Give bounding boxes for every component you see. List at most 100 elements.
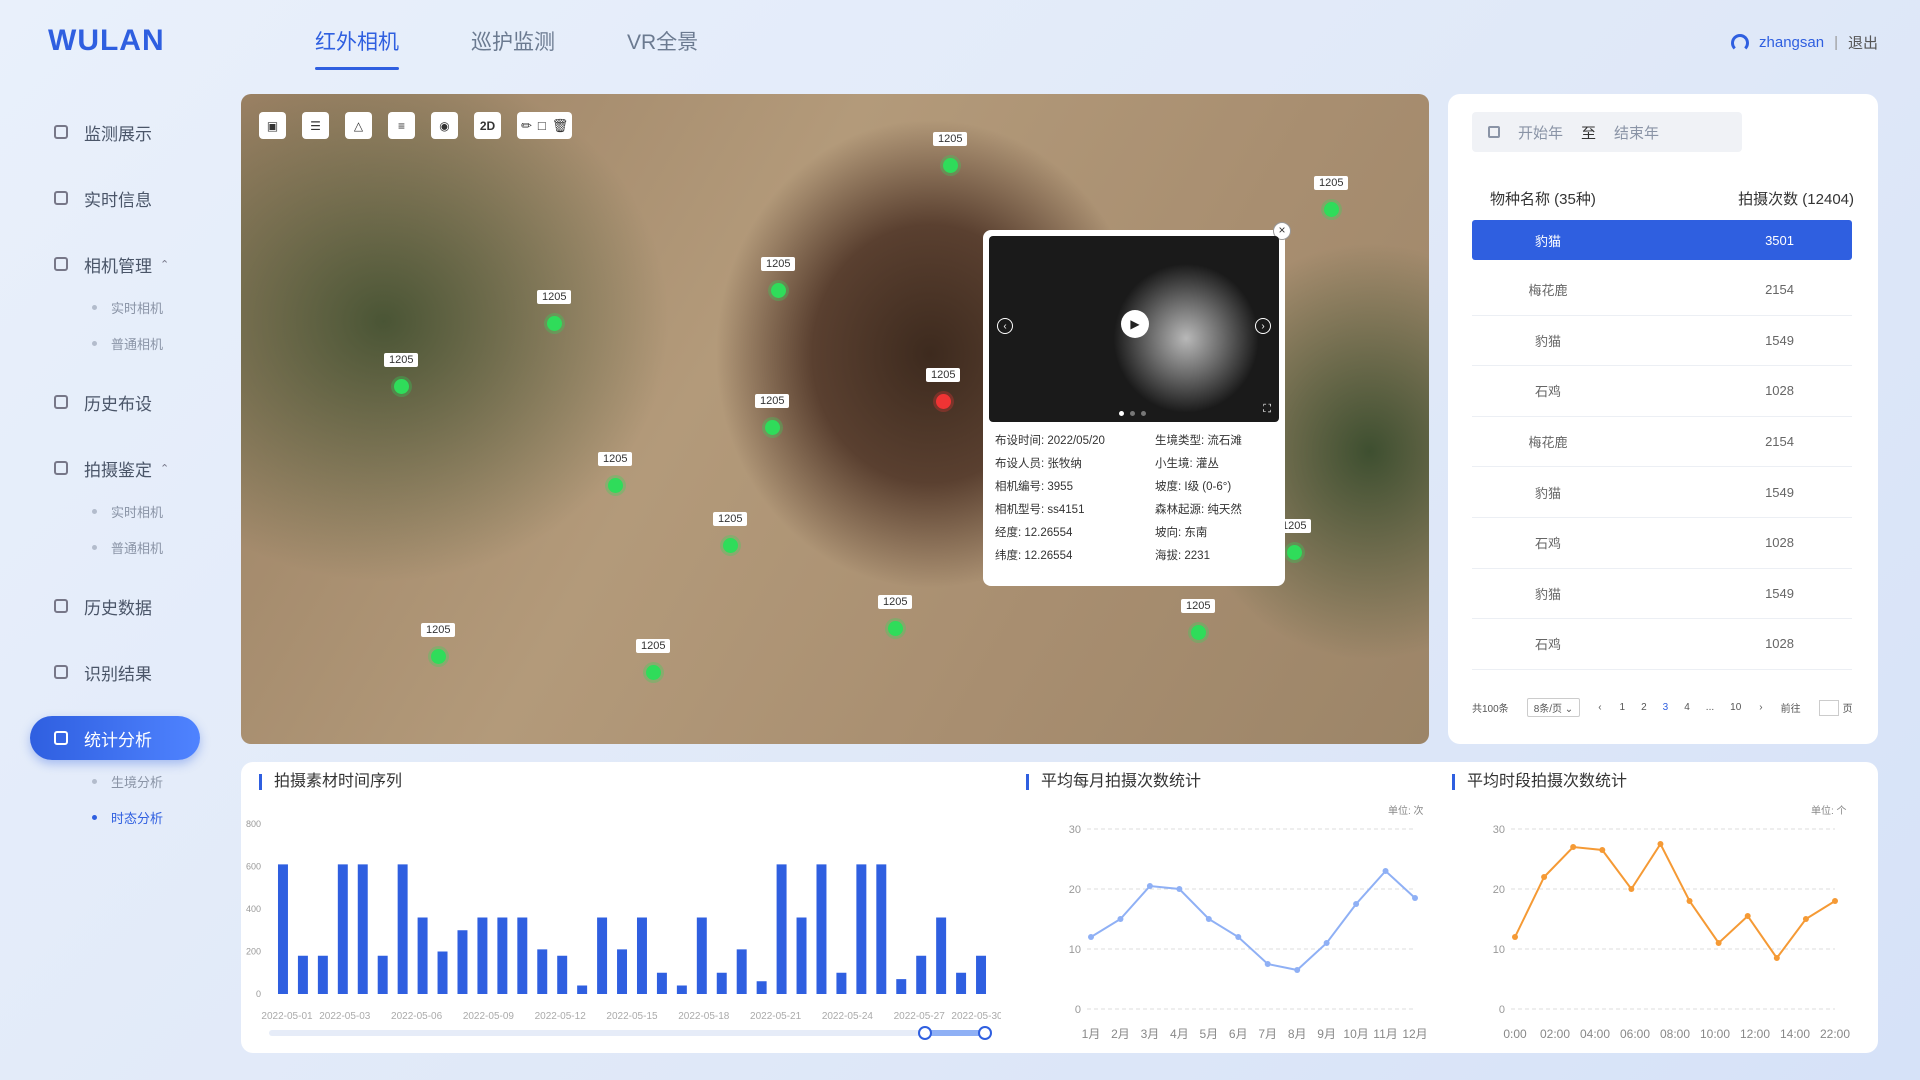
species-name: 豹猫 [1534,233,1561,249]
species-row[interactable]: 梅花鹿 2154 [1472,417,1852,468]
carousel-dot[interactable] [1119,411,1124,416]
sidebar-item-stats[interactable]: 统计分析 [30,716,200,760]
page-number[interactable]: 1 [1620,702,1626,713]
sidebar-item-realtime-info[interactable]: 实时信息 [30,176,200,220]
sidebar-sub-temporal-analysis[interactable]: 时态分析 [30,804,200,830]
search-icon [54,665,68,679]
fullscreen-icon[interactable]: ⛶ [1263,403,1271,416]
camera-marker[interactable]: 1205 [933,132,968,173]
sidebar-item-history-deploy[interactable]: 历史布设 [30,380,200,424]
data-point [1715,940,1722,946]
data-point [1541,874,1548,880]
chevron-up-icon: ⌃ [160,258,170,271]
species-row[interactable]: 石鸡 1028 [1472,518,1852,569]
crop-icon[interactable]: □ [538,118,546,133]
prev-page-icon[interactable]: ‹ [1598,702,1601,713]
ruler-icon[interactable]: ✏ [521,118,532,134]
stack-icon[interactable]: ≡ [388,112,415,139]
species-row[interactable]: 梅花鹿 2154 [1472,265,1852,316]
bar [317,955,328,994]
sidebar-sub-realtime-camera-2[interactable]: 实时相机 [30,498,200,524]
sidebar-sub-normal-camera[interactable]: 普通相机 [30,330,200,356]
marker-point [1323,202,1339,217]
camera-marker[interactable]: 1205 [384,353,419,394]
page-size-select[interactable]: 8条/页 ⌄ [1526,698,1581,717]
marker-point [546,316,562,331]
image-layer-icon[interactable]: ▣ [259,112,286,139]
info-field: 小生境: 灌丛 [1155,458,1219,470]
camera-marker[interactable]: 1205 [878,595,913,636]
camera-marker[interactable]: 1205 [537,290,572,331]
camera-marker[interactable]: 1205 [755,394,790,435]
sidebar-sub-normal-camera-2[interactable]: 普通相机 [30,534,200,560]
x-tick-label: 10:00 [1700,1027,1730,1041]
bar [696,917,707,994]
camera-marker[interactable]: 1205 [1181,599,1216,640]
y-tick-label: 0 [1499,1004,1505,1016]
page-number[interactable]: 2 [1641,702,1647,713]
tab-infrared-camera[interactable]: 红外相机 [315,26,399,70]
end-year[interactable]: 结束年 [1614,122,1659,143]
sidebar-sub-habitat-analysis[interactable]: 生境分析 [30,768,200,794]
sidebar-item-history-data[interactable]: 历史数据 [30,584,200,628]
x-tick-label: 08:00 [1660,1027,1690,1041]
page-number[interactable]: 4 [1684,702,1690,713]
view-2d-button[interactable]: 2D [474,112,501,139]
document-icon [54,191,68,205]
chevron-right-icon[interactable]: › [1255,318,1271,334]
camera-photo[interactable]: ‹ ▶ › ⛶ [989,236,1279,422]
tab-patrol-monitoring[interactable]: 巡护监测 [471,26,555,70]
logout-button[interactable]: 退出 [1848,32,1878,53]
camera-marker[interactable]: 1205 [421,623,456,664]
sidebar-item-monitor[interactable]: 监测展示 [30,110,200,154]
bar [856,864,867,994]
camera-marker[interactable]: 1205 [636,639,671,680]
layers-icon[interactable]: ☰ [302,112,329,139]
page-jump-input[interactable] [1818,699,1839,716]
username[interactable]: zhangsan [1759,34,1824,51]
camera-marker-alert[interactable]: 1205 [926,368,961,409]
camera-marker[interactable]: 1205 [761,257,796,298]
species-row[interactable]: 石鸡 1028 [1472,619,1852,670]
carousel-dot[interactable] [1141,411,1146,416]
sidebar-item-camera-mgmt[interactable]: 相机管理 ⌃ [30,242,200,286]
x-tick-label: 2022-05-30 [951,1011,1001,1022]
sidebar-item-recog-result[interactable]: 识别结果 [30,650,200,694]
bullet-icon [92,814,97,820]
carousel-dot[interactable] [1130,411,1135,416]
start-year[interactable]: 开始年 [1518,122,1563,143]
date-range-picker[interactable]: 开始年 至 结束年 [1472,112,1742,152]
data-point [1353,901,1360,907]
carousel-dots [1119,411,1146,416]
next-page-icon[interactable]: › [1759,702,1762,713]
species-row[interactable]: 豹猫 3501 [1472,220,1852,260]
play-icon[interactable]: ▶ [1121,310,1149,338]
page-number[interactable]: ... [1706,702,1714,713]
camera-marker[interactable]: 1205 [598,452,633,493]
brand-logo: WULAN [48,24,165,57]
data-point [1802,916,1809,922]
page-number[interactable]: 3 [1663,702,1669,713]
location-pin-icon[interactable]: ◉ [431,112,458,139]
sidebar-sub-realtime-camera[interactable]: 实时相机 [30,294,200,320]
species-row[interactable]: 石鸡 1028 [1472,366,1852,417]
x-tick-label: 8月 [1288,1027,1307,1041]
sidebar-item-shoot-identify[interactable]: 拍摄鉴定 ⌃ [30,446,200,490]
network-icon[interactable]: △ [345,112,372,139]
camera-marker[interactable]: 1205 [713,512,748,553]
species-name: 梅花鹿 [1528,435,1568,451]
bar [497,917,508,994]
sidebar-sub-label: 普通相机 [111,336,164,352]
page-number[interactable]: 10 [1730,702,1741,713]
trash-icon[interactable]: 🗑 [552,118,569,134]
chevron-left-icon[interactable]: ‹ [997,318,1013,334]
species-name: 豹猫 [1534,586,1561,602]
satellite-map[interactable]: ▣ ☰ △ ≡ ◉ 2D ✏ □ 🗑 1205 1205 1205 1205 1… [241,94,1429,744]
species-row[interactable]: 豹猫 1549 [1472,467,1852,518]
species-row[interactable]: 豹猫 1549 [1472,569,1852,620]
species-row[interactable]: 豹猫 1549 [1472,316,1852,367]
camera-marker[interactable]: 1205 [1314,176,1349,217]
column-count: 拍摄次数 (12404) [1738,191,1854,208]
tab-vr-panorama[interactable]: VR全景 [627,26,698,70]
info-field: 相机型号: ss4151 [995,504,1085,516]
